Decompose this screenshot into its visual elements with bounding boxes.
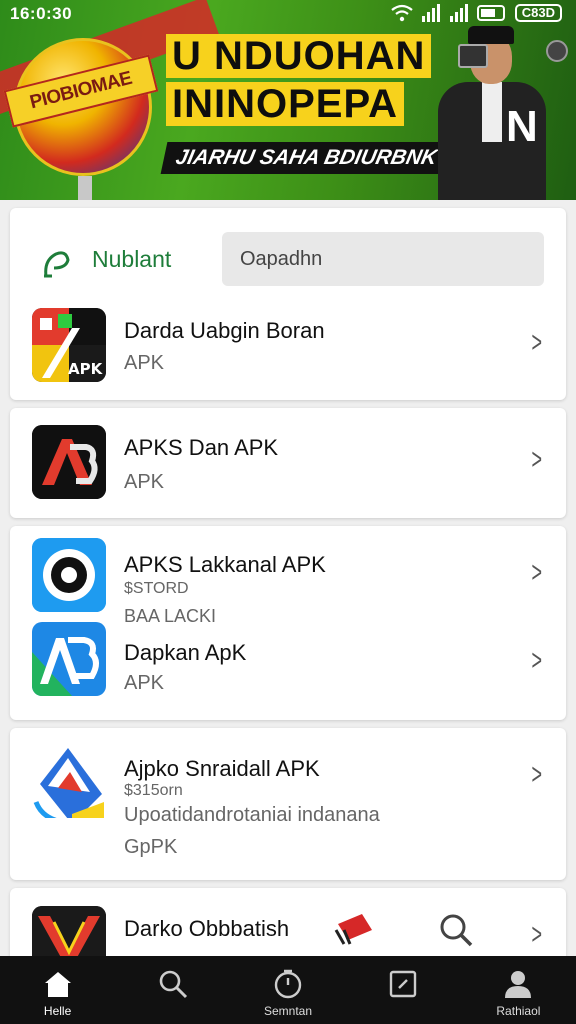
phone-icon — [458, 44, 488, 68]
nav-square[interactable] — [346, 956, 461, 1024]
chevron-right-icon[interactable]: > — [532, 443, 543, 477]
search-icon[interactable] — [438, 912, 474, 948]
chevron-right-icon[interactable]: > — [532, 918, 543, 952]
tag-icon[interactable] — [332, 910, 378, 946]
timer-icon — [274, 969, 302, 999]
chevron-right-icon[interactable]: > — [532, 758, 543, 792]
nav-label: Semntan — [263, 1004, 313, 1018]
app-icon-ajpko — [32, 744, 106, 818]
signal-icon-2 — [449, 4, 468, 22]
person-shirt — [482, 82, 502, 142]
banner-person-letter: N — [506, 102, 538, 151]
app-type: APK — [124, 471, 165, 493]
app-card: Ajpko Snraidall APK $315orn Upoatidandro… — [10, 728, 566, 880]
chevron-right-icon[interactable]: > — [532, 644, 543, 678]
svg-text:APK: APK — [68, 360, 104, 378]
banner-title-line2: ININOPEPA — [166, 82, 405, 126]
list-item[interactable]: APKS Dan APK APK > — [10, 413, 566, 513]
square-icon — [390, 970, 417, 998]
brand-name: Nublant — [92, 246, 172, 272]
brand-leaf-icon — [44, 251, 70, 278]
list-item[interactable]: APKS Lakkanal APK $STORD BAA LACKI > — [10, 526, 566, 626]
chevron-right-icon[interactable]: > — [532, 556, 543, 590]
chevron-right-icon[interactable]: > — [532, 326, 543, 360]
app-icon-dapkan — [32, 622, 106, 696]
banner-title-line1: U NDUOHAN — [166, 34, 432, 78]
signal-icon — [421, 4, 440, 22]
nav-label: Rathiaol — [496, 1004, 541, 1018]
chip-icon — [546, 40, 568, 62]
nav-timer[interactable]: Semntan — [230, 956, 345, 1024]
list-item[interactable]: Ajpko Snraidall APK $315orn Upoatidandro… — [10, 728, 566, 878]
banner-stand — [78, 176, 92, 200]
app-type: GpPK — [124, 836, 178, 858]
app-icon-lakkanal — [32, 538, 106, 612]
apk-grid-icon: APK — [32, 308, 106, 382]
bottom-nav: Helle Semntan Rathiaol — [0, 956, 576, 1024]
nav-home[interactable]: Helle — [0, 956, 115, 1024]
app-card: APKS Lakkanal APK $STORD BAA LACKI > Dap… — [10, 526, 566, 720]
ab-icon — [32, 622, 106, 696]
nav-search[interactable] — [115, 956, 230, 1024]
status-bar: 16:0:30 C83D — [0, 0, 576, 28]
promo-banner[interactable]: PIOBIOMAE U NDUOHAN ININOPEPA JIARHU SAH… — [0, 0, 576, 200]
app-icon-darda: APK — [32, 308, 106, 382]
app-icon-apks — [32, 425, 106, 499]
app-type: APK — [124, 672, 165, 694]
banner-subtitle: JIARHU SAHA BDIURBNK — [160, 142, 452, 174]
list-item[interactable]: APK Darda Uabgin Boran APK > — [10, 300, 566, 400]
home-icon — [44, 972, 71, 997]
app-name: APKS Lakkanal APK — [124, 552, 326, 577]
search-card: Nublant APK Darda Uabgin Boran APK > — [10, 208, 566, 400]
banner-person: N — [432, 24, 552, 200]
search-input[interactable] — [222, 232, 544, 286]
nav-label: Helle — [43, 1004, 72, 1018]
person-icon — [505, 971, 532, 998]
app-price: $STORD — [124, 580, 189, 597]
play-triangle-icon — [33, 748, 104, 818]
app-price: $315orn — [124, 782, 183, 799]
app-name: Ajpko Snraidall APK — [124, 756, 320, 781]
letter-a-icon — [32, 425, 106, 499]
battery-level: C83D — [514, 4, 562, 22]
app-name: APKS Dan APK — [124, 435, 279, 460]
wifi-icon — [391, 4, 413, 22]
app-card: APKS Dan APK APK > — [10, 408, 566, 518]
person-cap — [468, 26, 514, 44]
status-icons: C83D — [391, 4, 562, 22]
app-name: Darko Obbbatish — [124, 916, 290, 941]
nav-profile[interactable]: Rathiaol — [461, 956, 576, 1024]
app-type: APK — [124, 352, 165, 374]
target-icon — [32, 538, 106, 612]
status-time: 16:0:30 — [10, 4, 73, 23]
battery-outline-icon — [476, 5, 505, 21]
app-name: Darda Uabgin Boran — [124, 318, 325, 343]
app-name: Dapkan ApK — [124, 640, 247, 665]
search-icon — [159, 970, 187, 999]
list-item[interactable]: Dapkan ApK APK > — [10, 622, 566, 718]
app-description: Upoatidandrotaniai indanana — [124, 804, 380, 826]
